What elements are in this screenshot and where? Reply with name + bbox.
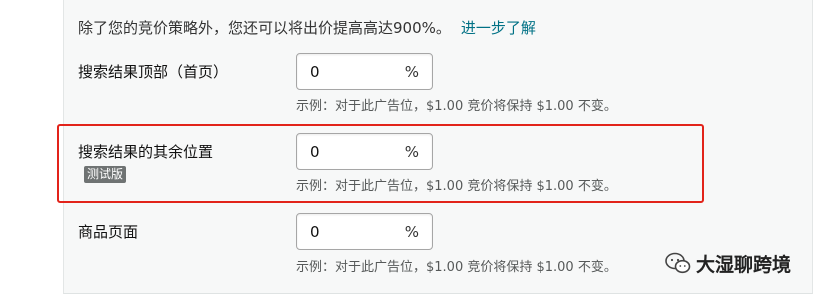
intro-description: 除了您的竞价策略外，您还可以将出价提高高达900%。 — [78, 19, 451, 37]
rest-of-search-label: 搜索结果的其余位置 — [78, 143, 214, 161]
product-pages-label: 商品页面 — [78, 223, 139, 241]
wechat-icon — [665, 252, 691, 274]
watermark-text: 大湿聊跨境 — [696, 253, 792, 276]
top-of-search-input[interactable]: 0 % — [296, 53, 433, 90]
learn-more-link[interactable]: 进一步了解 — [461, 19, 536, 37]
percent-unit: % — [404, 63, 419, 81]
product-pages-input[interactable]: 0 % — [296, 213, 433, 250]
beta-badge: 测试版 — [84, 166, 127, 183]
watermark: 大湿聊跨境 — [664, 250, 791, 276]
rest-of-search-input[interactable]: 0 % — [296, 133, 433, 170]
intro-text: 除了您的竞价策略外，您还可以将出价提高高达900%。 进一步了解 — [78, 17, 536, 38]
top-of-search-hint: 示例：对于此广告位，$1.00 竞价将保持 $1.00 不变。 — [296, 99, 617, 114]
rest-of-search-value[interactable]: 0 — [310, 143, 320, 161]
product-pages-hint: 示例：对于此广告位，$1.00 竞价将保持 $1.00 不变。 — [296, 260, 617, 275]
product-pages-value[interactable]: 0 — [310, 223, 320, 241]
top-of-search-label: 搜索结果顶部（首页） — [78, 63, 229, 81]
percent-unit: % — [404, 223, 419, 241]
percent-unit: % — [404, 143, 419, 161]
top-of-search-value[interactable]: 0 — [310, 63, 320, 81]
rest-of-search-hint: 示例：对于此广告位，$1.00 竞价将保持 $1.00 不变。 — [296, 179, 617, 194]
